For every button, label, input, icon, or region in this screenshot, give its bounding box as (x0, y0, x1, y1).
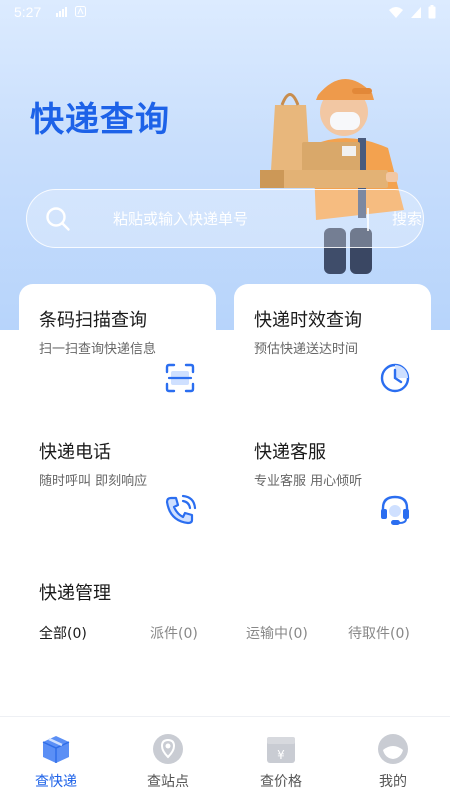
management-title: 快递管理 (39, 583, 111, 604)
status-icons-right (388, 5, 436, 19)
status-bar: 5:27 (0, 0, 450, 24)
status-time: 5:27 (14, 4, 42, 20)
svg-text:¥: ¥ (277, 748, 285, 762)
battery-icon (428, 5, 436, 19)
card-title: 快递电话 (39, 442, 111, 463)
card-subtitle: 扫一扫查询快递信息 (39, 342, 157, 357)
phone-icon (165, 494, 197, 525)
tab-awaiting-pickup[interactable]: 待取件(0) (348, 623, 410, 643)
scan-icon (165, 363, 195, 393)
card-subtitle: 随时呼叫 即刻响应 (39, 474, 148, 489)
tab-find-station[interactable]: 查站点 (133, 733, 203, 791)
search-input[interactable]: 粘贴或输入快递单号 (113, 208, 248, 229)
profile-icon (378, 734, 408, 764)
card-title: 条码扫描查询 (39, 310, 147, 331)
wifi-icon (389, 6, 403, 18)
app-notification-icon (75, 6, 86, 17)
search-divider (367, 208, 369, 231)
delivery-time-card[interactable]: 快递时效查询 预估快递送达时间 (234, 284, 431, 414)
barcode-scan-card[interactable]: 条码扫描查询 扫一扫查询快递信息 (19, 284, 216, 414)
tab-check-price[interactable]: ¥ 查价格 (246, 733, 316, 791)
price-box-icon: ¥ (267, 737, 295, 763)
tab-track-package[interactable]: 查快递 (21, 733, 91, 791)
tab-all[interactable]: 全部(0) (39, 623, 87, 643)
tab-label: 查价格 (260, 774, 302, 790)
tab-label: 查快递 (35, 774, 77, 790)
headset-icon (381, 495, 409, 525)
clock-icon (380, 363, 410, 393)
package-icon (42, 736, 70, 763)
card-title: 快递客服 (254, 442, 326, 463)
tab-in-transit[interactable]: 运输中(0) (246, 623, 308, 643)
search-icon (46, 207, 70, 231)
tab-label: 我的 (379, 774, 407, 790)
card-subtitle: 专业客服 用心倾听 (254, 474, 363, 489)
customer-service-card[interactable]: 快递客服 专业客服 用心倾听 (234, 416, 431, 546)
page-title: 快递查询 (30, 100, 170, 140)
tab-label: 查站点 (147, 774, 189, 790)
tab-profile[interactable]: 我的 (358, 733, 428, 791)
search-bar[interactable]: 粘贴或输入快递单号 搜索 (26, 189, 424, 248)
tab-dispatching[interactable]: 派件(0) (150, 623, 198, 643)
location-pin-icon (153, 734, 183, 764)
courier-phone-card[interactable]: 快递电话 随时呼叫 即刻响应 (19, 416, 216, 546)
cell-signal-icon (411, 6, 421, 18)
card-subtitle: 预估快递送达时间 (254, 342, 359, 357)
bottom-tab-bar: 查快递 查站点 ¥ 查价格 我的 (0, 716, 450, 801)
card-title: 快递时效查询 (254, 310, 362, 331)
search-button[interactable]: 搜索 (392, 208, 422, 229)
signal-bars-icon (56, 7, 67, 17)
